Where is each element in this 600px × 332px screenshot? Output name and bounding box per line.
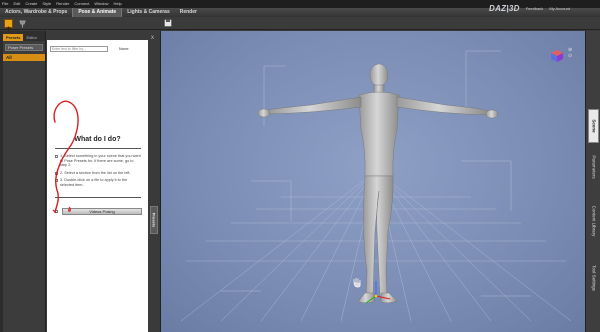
step-text: 1. Select something in your scene that y… bbox=[60, 154, 141, 167]
title-divider bbox=[55, 148, 141, 149]
videos-posing-button[interactable]: Videos Posing bbox=[62, 208, 142, 215]
step-text: 3. Double-click on a file to apply it to… bbox=[60, 178, 128, 187]
filter-row: Enter text to filter by... None bbox=[50, 45, 142, 52]
view-cube-icon[interactable] bbox=[550, 49, 564, 63]
pan-hand-icon[interactable] bbox=[353, 278, 361, 288]
help-title: What do I do? bbox=[74, 136, 121, 143]
step-text: 2. Select a section from the list on the… bbox=[60, 170, 131, 175]
side-tab-label: Presets bbox=[151, 212, 157, 228]
menu-file[interactable]: File bbox=[2, 0, 8, 8]
steps-divider bbox=[55, 197, 141, 198]
video-checkbox bbox=[55, 210, 58, 213]
help-step: 1. Select something in your scene that y… bbox=[55, 154, 141, 168]
filter-input[interactable]: Enter text to filter by... bbox=[50, 45, 108, 52]
help-step: 3. Double-click on a file to apply it to… bbox=[55, 178, 141, 187]
pin-icon[interactable] bbox=[18, 19, 27, 28]
presets-panel: Presets Editor Poser Presets All bbox=[3, 31, 46, 332]
pose-figure-icon[interactable] bbox=[4, 19, 13, 33]
daz-studio-window: File Edit Create Style Render Connect Wi… bbox=[0, 0, 600, 332]
tab-presets[interactable]: Presets bbox=[3, 34, 24, 41]
tab-scene-label: Scene bbox=[591, 119, 596, 133]
menu-style[interactable]: Style bbox=[42, 0, 51, 8]
daz3d-logo: DAZ|3D bbox=[489, 4, 520, 13]
feedback-link[interactable]: Feedback bbox=[526, 6, 544, 11]
tab-pose-animate[interactable]: Pose & Animate bbox=[72, 8, 123, 17]
filter-none-label[interactable]: None bbox=[119, 46, 129, 51]
zoom-icon[interactable]: ⊙ bbox=[568, 53, 572, 59]
step-checkbox bbox=[55, 155, 58, 158]
tab-render[interactable]: Render bbox=[175, 8, 202, 17]
toolbar bbox=[0, 17, 600, 33]
viewport-nav-controls: ⊕ ⊙ bbox=[568, 47, 572, 59]
menu-help[interactable]: Help bbox=[114, 0, 122, 8]
menu-connect[interactable]: Connect bbox=[74, 0, 89, 8]
menu-window[interactable]: Window bbox=[94, 0, 108, 8]
tab-parameters[interactable]: Parameters bbox=[588, 147, 599, 187]
preset-type-select[interactable]: Poser Presets bbox=[5, 44, 43, 51]
help-steps: 1. Select something in your scene that y… bbox=[55, 154, 141, 190]
help-step: 2. Select a section from the list on the… bbox=[55, 171, 141, 176]
menu-render[interactable]: Render bbox=[56, 0, 69, 8]
tab-actors-wardrobe-props[interactable]: Actors, Wardrobe & Props bbox=[0, 8, 72, 17]
tab-tool-settings[interactable]: Tool Settings bbox=[588, 255, 599, 301]
tab-parameters-label: Parameters bbox=[591, 155, 596, 179]
side-tab-presets[interactable]: Presets bbox=[150, 206, 158, 234]
tab-editor[interactable]: Editor bbox=[23, 34, 39, 41]
3d-viewport[interactable]: ⊕ ⊙ bbox=[160, 31, 585, 332]
category-item-all[interactable]: All bbox=[3, 54, 45, 61]
content-pane: Enter text to filter by... None What do … bbox=[47, 40, 148, 332]
save-icon[interactable] bbox=[163, 19, 172, 28]
tab-tool-settings-label: Tool Settings bbox=[591, 265, 596, 291]
menu-edit[interactable]: Edit bbox=[13, 0, 20, 8]
viewport-scene bbox=[180, 50, 572, 322]
brand-area: DAZ|3D Feedback My Account bbox=[489, 0, 600, 17]
tab-lights-cameras[interactable]: Lights & Cameras bbox=[122, 8, 175, 17]
tab-content-library-label: Content Library bbox=[591, 205, 596, 237]
right-pane-rail: Scene Parameters Content Library Tool Se… bbox=[585, 31, 600, 332]
tab-scene[interactable]: Scene bbox=[588, 109, 599, 143]
close-panel-icon[interactable]: x bbox=[151, 35, 154, 41]
my-account-link[interactable]: My Account bbox=[549, 6, 570, 11]
menu-create[interactable]: Create bbox=[25, 0, 37, 8]
presets-tabs: Presets Editor bbox=[3, 31, 45, 41]
human-figure[interactable] bbox=[257, 63, 499, 303]
step-checkbox bbox=[55, 179, 58, 182]
panel-gutter: x Presets bbox=[148, 31, 160, 332]
tab-content-library[interactable]: Content Library bbox=[588, 193, 599, 249]
step-checkbox bbox=[55, 171, 58, 175]
